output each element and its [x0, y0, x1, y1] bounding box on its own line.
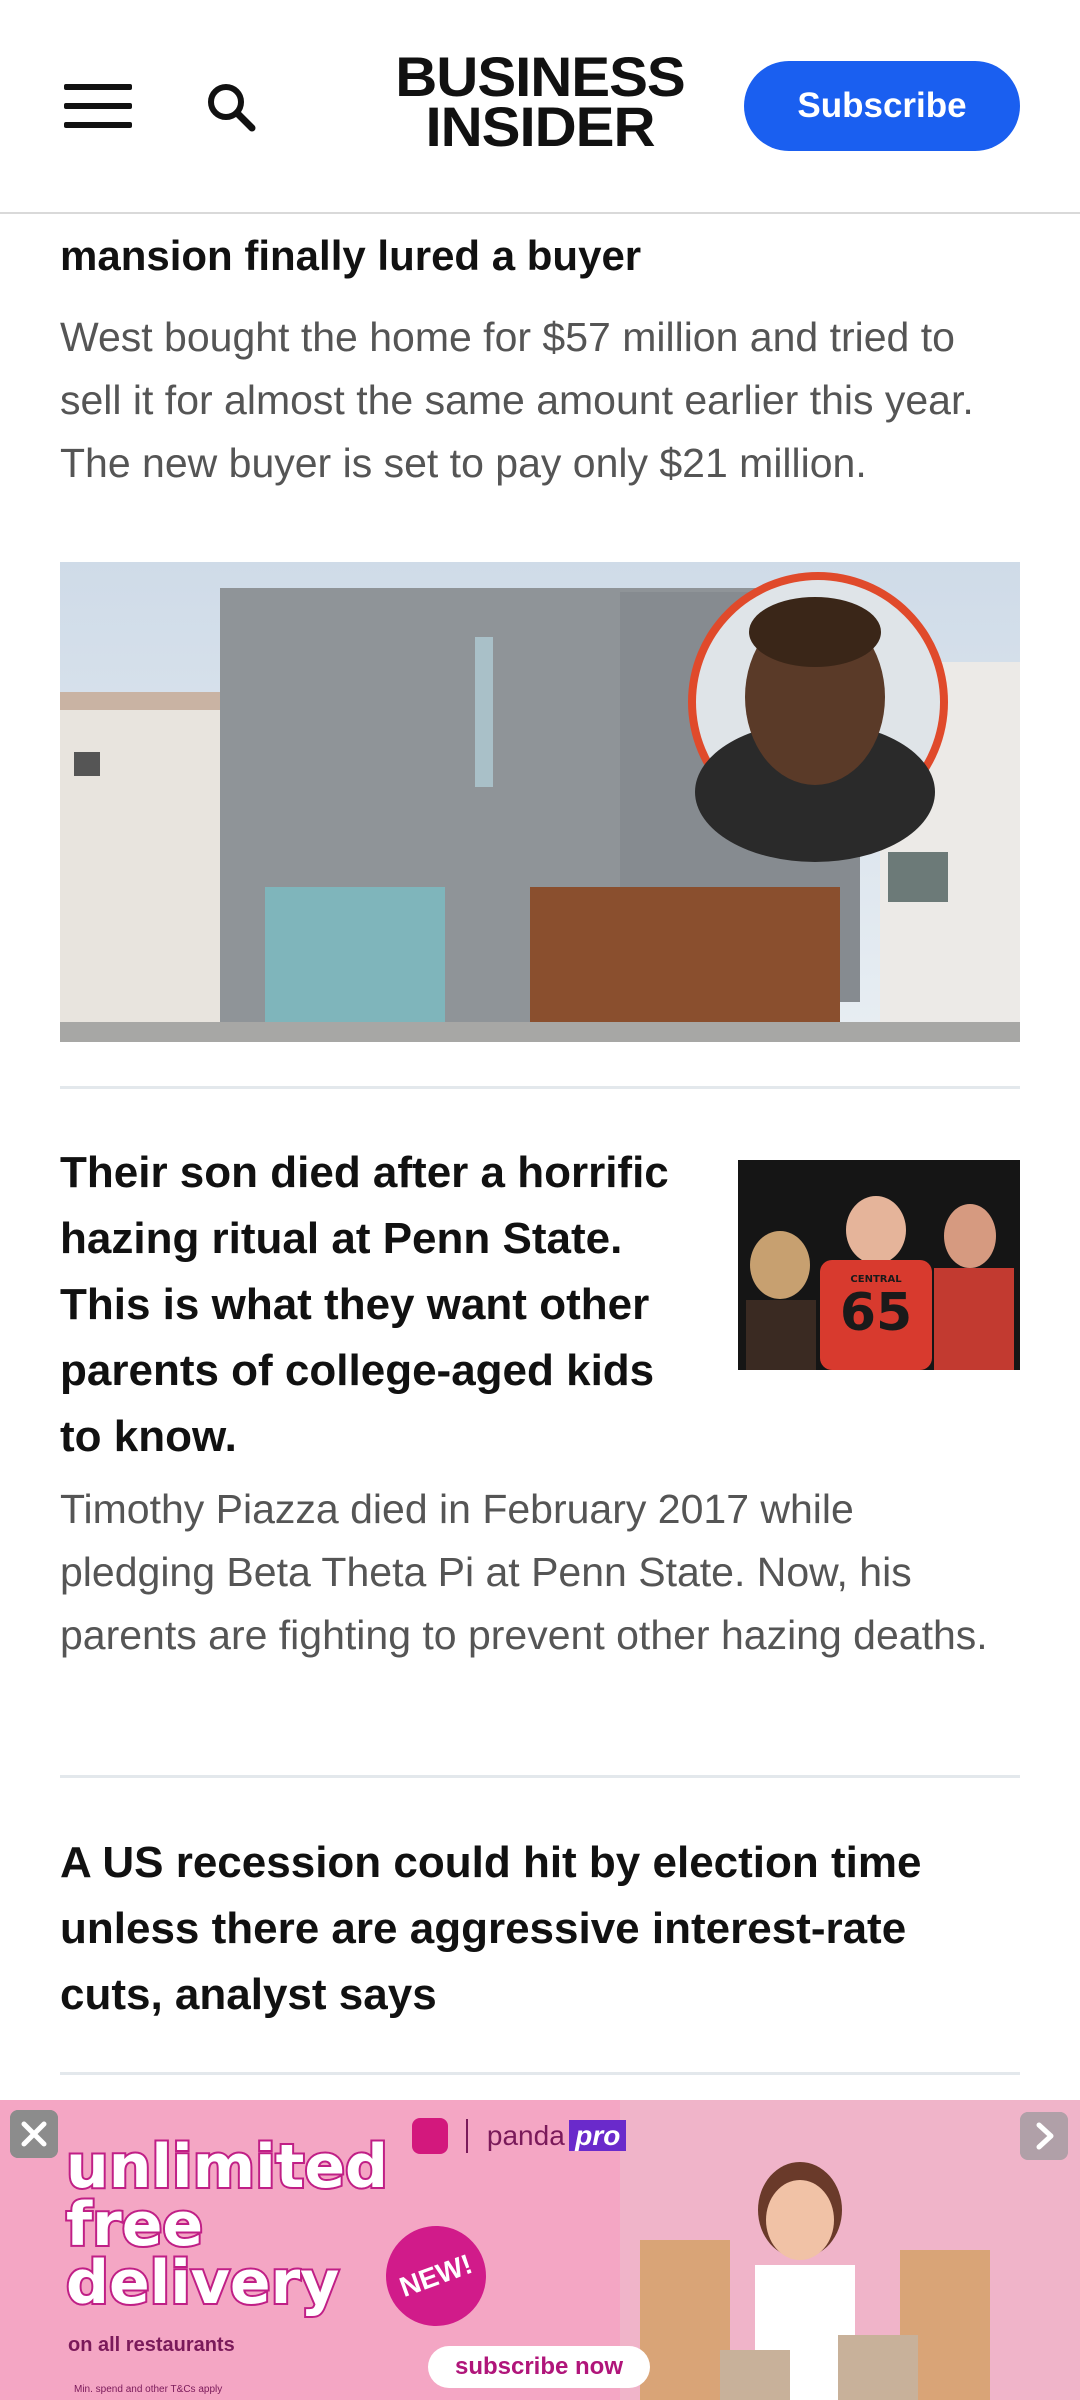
panda-pro-logo: panda pro	[412, 2118, 652, 2166]
article-title[interactable]: A US recession could hit by election tim…	[60, 1830, 1020, 2028]
ad-headline-line: delivery	[64, 2248, 341, 2318]
ad-headline: unlimited free delivery	[64, 2132, 390, 2318]
divider	[60, 2072, 1020, 2075]
search-icon[interactable]	[204, 80, 258, 134]
ad-banner[interactable]: panda pro unlimited free delivery on all…	[0, 2100, 1080, 2400]
article-image[interactable]	[60, 562, 1020, 1042]
logo-line-2: INSIDER	[425, 95, 656, 158]
ad-subscribe-now-button[interactable]: subscribe now	[428, 2346, 650, 2388]
mansion-photo	[60, 562, 1020, 1042]
ad-fine-print: Min. spend and other T&Cs apply	[74, 2384, 223, 2395]
divider	[60, 1086, 1020, 1089]
article-summary: Timothy Piazza died in February 2017 whi…	[60, 1486, 988, 1658]
jersey-number: 65	[840, 1283, 912, 1343]
close-icon[interactable]	[10, 2110, 58, 2158]
ad-subline: on all restaurants	[68, 2334, 235, 2356]
ad-headline-line: free	[64, 2190, 205, 2260]
site-header: BUSINESS INSIDER Subscribe	[0, 0, 1080, 214]
article-title[interactable]: mansion finally lured a buyer	[60, 224, 1020, 288]
jersey-text: CENTRAL	[850, 1274, 902, 1285]
chevron-right-icon[interactable]	[1020, 2112, 1068, 2160]
business-insider-logo[interactable]: BUSINESS INSIDER	[374, 49, 707, 158]
article-summary: West bought the home for $57 million and…	[60, 314, 974, 486]
ad-brand-suffix: pro	[569, 2120, 627, 2151]
ad-brand-name: panda	[486, 2120, 565, 2151]
ad-headline-line: unlimited	[64, 2132, 390, 2202]
subscribe-button[interactable]: Subscribe	[744, 61, 1020, 151]
divider	[60, 1775, 1020, 1778]
article-thumbnail[interactable]: 65 CENTRAL	[738, 1160, 1020, 1370]
article-title[interactable]: Their son died after a horrific hazing r…	[60, 1140, 690, 1470]
menu-icon[interactable]	[64, 84, 132, 128]
